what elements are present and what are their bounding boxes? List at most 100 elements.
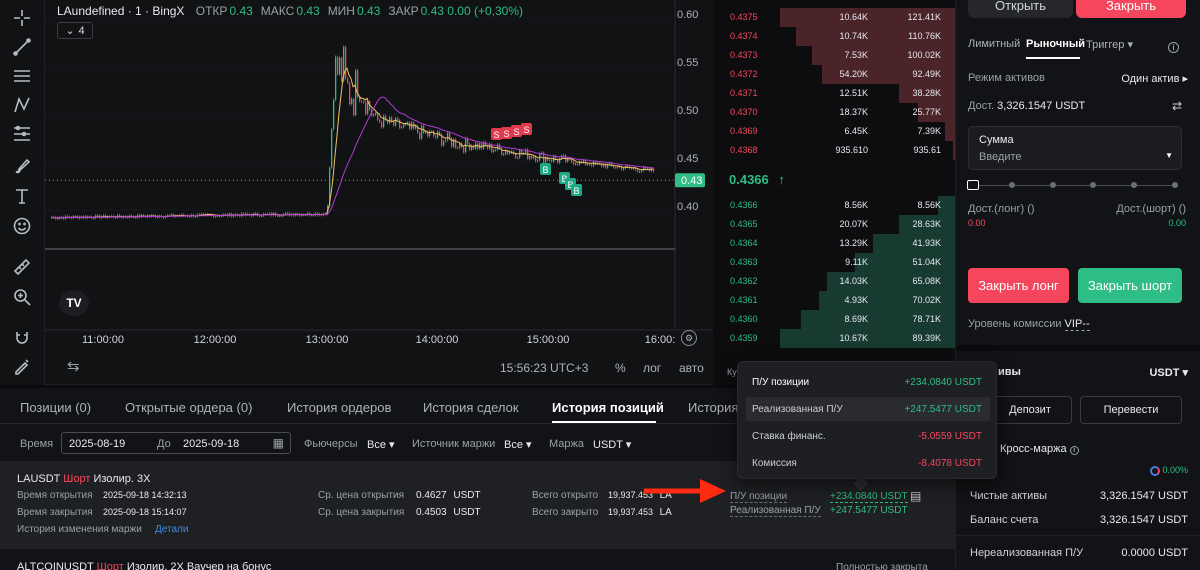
row-divider (956, 535, 1200, 536)
deposit-button[interactable]: Депозит (988, 396, 1072, 424)
candle (367, 101, 369, 114)
candle (627, 165, 629, 167)
slider-mark[interactable] (1049, 182, 1056, 188)
bids-row[interactable]: 0.4365 20.07K 28.63K (713, 215, 955, 234)
candle (575, 163, 577, 165)
bids-row[interactable]: 0.4362 14.03K 65.08K (713, 272, 955, 291)
asks-price: 0.4371 (730, 88, 758, 98)
asks-size: 10.64K (839, 12, 868, 22)
amount-slider[interactable] (968, 185, 1174, 186)
calendar-icon[interactable]: ▦ (273, 436, 284, 450)
bids-row[interactable]: 0.4360 8.69K 78.71K (713, 310, 955, 329)
horizontal-lines-icon[interactable] (10, 64, 34, 88)
bids-row[interactable]: 0.4361 4.93K 70.02K (713, 291, 955, 310)
goto-date-icon[interactable]: ⇆ (67, 357, 80, 375)
date-to[interactable]: 2025-09-18 (183, 438, 239, 450)
slider-mark[interactable] (1008, 182, 1015, 188)
info-icon[interactable]: i (1069, 446, 1079, 455)
asks-row[interactable]: 0.4369 6.45K 7.39K (713, 122, 955, 141)
bids-row[interactable]: 0.4364 13.29K 41.93K (713, 234, 955, 253)
bids-price: 0.4364 (730, 238, 758, 248)
tooltip-row: Реализованная П/У +247.5477 USDT (746, 397, 990, 421)
price-tick: 0.55 (677, 57, 698, 69)
amount-label: Сумма (979, 134, 1014, 146)
tab-positions-2[interactable]: История ордеров (287, 400, 391, 415)
asset-mode-select[interactable]: Один актив ▸ (1121, 72, 1188, 85)
tab-positions-3[interactable]: История сделок (423, 400, 519, 415)
tab-positions-5[interactable]: История (688, 400, 738, 415)
futures-select[interactable]: Все ▾ (367, 438, 395, 451)
time-tick: 12:00:00 (194, 334, 237, 346)
tab-positions-4[interactable]: История позиций (552, 400, 664, 415)
auto-toggle[interactable]: авто (679, 361, 704, 375)
asks-row[interactable]: 0.4368 935.610 935.61 (713, 141, 955, 160)
date-range-input[interactable]: 2025-08-19 До 2025-09-18 ▦ (61, 432, 291, 454)
realized-pnl-label[interactable]: Реализованная П/У (730, 505, 821, 517)
close-long-button[interactable]: Закрыть лонг (968, 268, 1069, 303)
cross-margin-text: Кросс-маржа (1000, 443, 1067, 455)
currency-select[interactable]: USDT ▾ (1149, 366, 1188, 379)
lock-drawing-icon[interactable] (10, 354, 34, 378)
price-chart[interactable]: LAundefined · 1 · BingX ОТКР 0.43 МАКС 0.43… (45, 0, 713, 385)
share-pnl-icon[interactable]: ▤ (910, 489, 921, 503)
candle (287, 213, 289, 215)
details-link[interactable]: Детали (155, 524, 188, 535)
asks-row[interactable]: 0.4371 12.51K 38.28K (713, 84, 955, 103)
asks-row[interactable]: 0.4370 18.37K 25.77K (713, 103, 955, 122)
asks-row[interactable]: 0.4375 10.64K 121.41K (713, 8, 955, 27)
date-from[interactable]: 2025-08-19 (69, 438, 125, 450)
open-tab[interactable]: Открыть (968, 0, 1073, 18)
fee-value[interactable]: VIP-- (1064, 318, 1090, 331)
slider-handle[interactable] (967, 180, 979, 190)
slider-mark[interactable] (1131, 182, 1138, 188)
position-pnl-value[interactable]: +234.0840 USDT (830, 491, 908, 503)
order-type-market[interactable]: Рыночный (1026, 38, 1085, 50)
candle (365, 102, 367, 114)
crosshair-icon[interactable] (10, 6, 34, 30)
text-tool-icon[interactable] (10, 184, 34, 208)
brush-icon[interactable] (10, 154, 34, 178)
margin-currency-select[interactable]: USDT ▾ (593, 438, 631, 451)
bids-price: 0.4366 (730, 200, 758, 210)
bids-size: 8.69K (844, 314, 868, 324)
transfer-arrows-icon[interactable]: ⇄ (1172, 99, 1182, 113)
bids-size: 8.56K (844, 200, 868, 210)
transfer-button[interactable]: Перевести (1080, 396, 1182, 424)
order-type-trigger[interactable]: Триггер ▾ (1086, 38, 1133, 51)
dropdown-caret-icon[interactable]: ▼ (1165, 151, 1173, 160)
ruler-icon[interactable] (10, 255, 34, 279)
percent-toggle[interactable]: % (615, 361, 626, 375)
candle (163, 217, 165, 219)
settings-icon[interactable]: ⚙ (681, 330, 697, 346)
margin-source-select[interactable]: Все ▾ (504, 438, 532, 451)
candle (399, 120, 401, 128)
slider-mark[interactable] (1172, 182, 1178, 188)
emoji-icon[interactable] (10, 214, 34, 238)
asks-row[interactable]: 0.4373 7.53K 100.02K (713, 46, 955, 65)
fib-icon[interactable] (10, 122, 34, 146)
slider-mark[interactable] (1090, 182, 1097, 188)
tab-positions-1[interactable]: Открытые ордера (0) (125, 400, 252, 415)
close-tab[interactable]: Закрыть (1076, 0, 1186, 18)
amount-input[interactable]: Сумма Введите ▼ (968, 126, 1182, 170)
bids-row[interactable]: 0.4363 9.11K 51.04K (713, 253, 955, 272)
log-toggle[interactable]: лог (643, 361, 661, 375)
candle (589, 164, 591, 166)
zoom-in-icon[interactable] (10, 285, 34, 309)
order-type-limit[interactable]: Лимитный (968, 38, 1020, 50)
bids-row[interactable]: 0.4359 10.67K 89.39K (713, 329, 955, 348)
mid-price: 0.4366 ↑ (729, 172, 785, 187)
magnet-icon[interactable] (10, 326, 34, 350)
bids-row[interactable]: 0.4366 8.56K 8.56K (713, 196, 955, 215)
avail-short-label: Дост.(шорт) () (1116, 203, 1186, 215)
tab-positions-0[interactable]: Позиции (0) (20, 400, 91, 415)
asks-row[interactable]: 0.4372 54.20K 92.49K (713, 65, 955, 84)
close-short-button[interactable]: Закрыть шорт (1078, 268, 1182, 303)
asks-row[interactable]: 0.4374 10.74K 110.76K (713, 27, 955, 46)
pattern-icon[interactable] (10, 93, 34, 117)
position-pnl-label[interactable]: П/У позиции (730, 491, 788, 503)
asks-size: 935.610 (835, 145, 868, 155)
info-icon[interactable]: i (1168, 42, 1179, 53)
bids-total: 89.39K (912, 333, 941, 343)
trend-line-icon[interactable] (10, 35, 34, 59)
